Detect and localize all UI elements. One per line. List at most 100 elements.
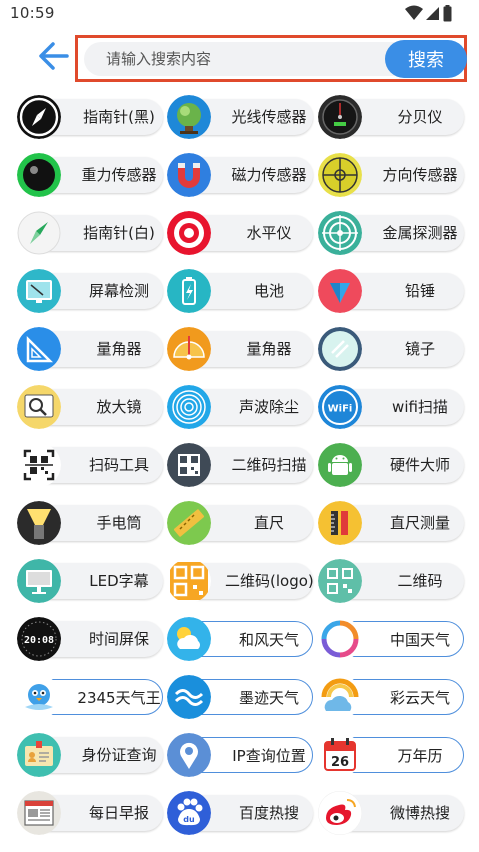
tool-label: 二维码(logo) <box>225 572 314 590</box>
mirror-icon <box>318 327 362 371</box>
tool-label: 重力传感器 <box>81 166 157 184</box>
ruler-measure-icon <box>318 501 362 545</box>
tool-label: 屏幕检测 <box>88 282 149 300</box>
tool-label: 二维码扫描 <box>231 456 307 474</box>
tool-item[interactable]: wifi扫描 WiFi <box>318 385 466 429</box>
tool-label: 声波除尘 <box>238 398 299 416</box>
tool-label: 2345天气王 <box>77 689 161 707</box>
tool-item[interactable]: 放大镜 <box>17 385 165 429</box>
tool-item[interactable]: 中国天气 <box>318 617 466 661</box>
tool-item[interactable]: 重力传感器 <box>17 153 165 197</box>
tool-label: 硬件大师 <box>389 456 450 474</box>
search-bar: 搜索 <box>75 35 467 82</box>
calendar-icon: 26 <box>318 733 362 777</box>
tool-item[interactable]: 镜子 <box>318 327 466 371</box>
wifi-icon: WiFi <box>318 385 362 429</box>
tool-label: 和风天气 <box>238 631 299 649</box>
tool-label: 量角器 <box>96 340 142 358</box>
ruler-icon <box>167 501 211 545</box>
tool-label: 手电筒 <box>96 514 142 532</box>
tool-label: 二维码 <box>397 572 443 590</box>
arrow-left-icon <box>39 42 69 70</box>
weather-wave-icon <box>167 675 211 719</box>
tool-item[interactable]: 二维码(logo) <box>167 559 315 603</box>
tool-label: 扫码工具 <box>88 456 149 474</box>
tool-item[interactable]: 二维码扫描 <box>167 443 315 487</box>
tool-item[interactable]: 磁力传感器 <box>167 153 315 197</box>
tool-item[interactable]: 硬件大师 <box>318 443 466 487</box>
tool-item[interactable]: 微博热搜 <box>318 791 466 835</box>
wifi-badge-text: WiFi <box>328 404 353 415</box>
tool-item[interactable]: 身份证查询 <box>17 733 165 777</box>
tool-item[interactable]: 金属探测器 <box>318 211 466 255</box>
direction-sensor-icon <box>318 153 362 197</box>
tool-item[interactable]: 万年历 26 <box>318 733 466 777</box>
back-button[interactable] <box>34 36 74 76</box>
tool-label: 微博热搜 <box>389 804 450 822</box>
protractor-semicircle-icon <box>167 327 211 371</box>
tool-item[interactable]: 铅锤 <box>318 269 466 313</box>
tool-item[interactable]: 每日早报 <box>17 791 165 835</box>
wifi-signal-icon <box>405 5 423 20</box>
tool-item[interactable]: 声波除尘 <box>167 385 315 429</box>
protractor-triangle-icon <box>17 327 61 371</box>
tool-label: 铅锤 <box>404 282 435 300</box>
tool-item[interactable]: 直尺 <box>167 501 315 545</box>
tool-item[interactable]: 光线传感器 <box>167 95 315 139</box>
tool-item[interactable]: 分贝仪 <box>318 95 466 139</box>
tool-label: wifi扫描 <box>392 398 448 416</box>
tool-label: 放大镜 <box>96 398 142 416</box>
tool-item[interactable]: 百度热搜 du <box>167 791 315 835</box>
cell-signal-icon <box>426 7 439 20</box>
tool-item[interactable]: 指南针(黑) <box>17 95 165 139</box>
tool-label: 彩云天气 <box>389 689 450 707</box>
tool-item[interactable]: 电池 <box>167 269 315 313</box>
tool-item[interactable]: 扫码工具 <box>17 443 165 487</box>
tool-label: 身份证查询 <box>81 746 157 764</box>
weather-rainbow-cloud-icon <box>318 675 362 719</box>
tool-label: 量角器 <box>246 340 292 358</box>
qr-scan-icon <box>17 443 61 487</box>
magnet-icon <box>167 153 211 197</box>
location-pin-icon <box>167 733 211 777</box>
plumb-icon <box>318 269 362 313</box>
newspaper-icon <box>17 791 61 835</box>
tool-label: 墨迹天气 <box>238 689 299 707</box>
tool-label: 分贝仪 <box>397 108 443 126</box>
weather-bird-icon <box>17 675 61 719</box>
tool-label: 镜子 <box>404 340 435 358</box>
tool-item[interactable]: 彩云天气 <box>318 675 466 719</box>
compass-white-icon <box>17 211 61 255</box>
tool-label: 磁力传感器 <box>231 166 307 184</box>
tool-item[interactable]: 指南针(白) <box>17 211 165 255</box>
metal-detector-icon <box>318 211 362 255</box>
tool-label: IP查询位置 <box>232 747 306 765</box>
clock-screensaver-icon: 20:08 <box>17 617 61 661</box>
weibo-icon <box>318 791 362 835</box>
tool-item[interactable]: 时间屏保 20:08 <box>17 617 165 661</box>
tool-label: 中国天气 <box>389 631 450 649</box>
tool-item[interactable]: 方向传感器 <box>318 153 466 197</box>
search-button[interactable]: 搜索 <box>385 40 467 78</box>
sound-wave-icon <box>167 385 211 429</box>
tool-label: LED字幕 <box>89 572 149 590</box>
tool-item[interactable]: 直尺测量 <box>318 501 466 545</box>
screen-test-icon <box>17 269 61 313</box>
baidu-paw-icon: du <box>167 791 211 835</box>
tool-item[interactable]: LED字幕 <box>17 559 165 603</box>
tool-item[interactable]: 墨迹天气 <box>167 675 315 719</box>
tool-item[interactable]: 水平仪 <box>167 211 315 255</box>
tool-label: 直尺 <box>253 514 284 532</box>
tool-item[interactable]: 二维码 <box>318 559 466 603</box>
calendar-day: 26 <box>331 755 349 770</box>
tool-item[interactable]: 量角器 <box>167 327 315 371</box>
tool-item[interactable]: 手电筒 <box>17 501 165 545</box>
tool-item[interactable]: 和风天气 <box>167 617 315 661</box>
tool-item[interactable]: IP查询位置 <box>167 733 315 777</box>
tool-item[interactable]: 屏幕检测 <box>17 269 165 313</box>
light-sensor-icon <box>167 95 211 139</box>
tool-label: 电池 <box>253 282 284 300</box>
android-icon <box>318 443 362 487</box>
tool-item[interactable]: 量角器 <box>17 327 165 371</box>
tool-item[interactable]: 2345天气王 <box>17 675 165 719</box>
